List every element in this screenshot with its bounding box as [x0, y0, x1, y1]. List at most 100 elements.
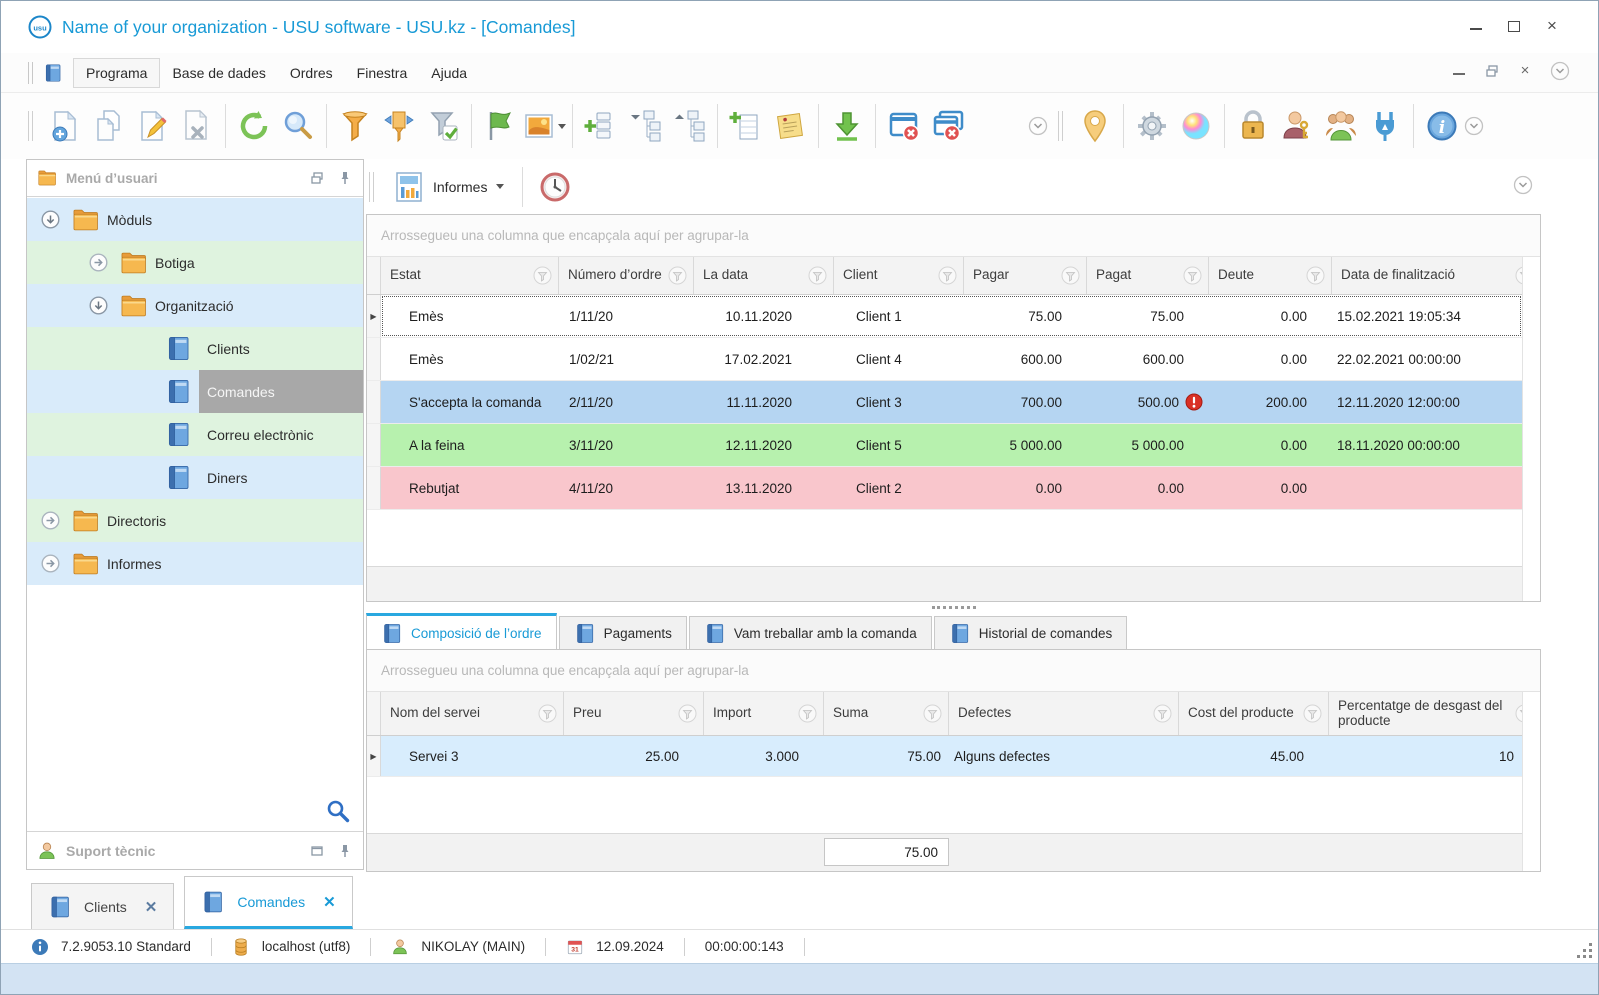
- tree-item-correu[interactable]: Correu electrònic: [27, 413, 363, 456]
- tree-item-directoris[interactable]: Directoris: [27, 499, 363, 542]
- panel-pin-icon[interactable]: [337, 170, 353, 186]
- menu-finestra[interactable]: Finestra: [345, 59, 420, 87]
- collapse-badge-icon[interactable]: [89, 296, 108, 315]
- tab-composicio-ordre[interactable]: Composició de l’ordre: [366, 613, 557, 650]
- column-header-deute[interactable]: Deute: [1209, 257, 1332, 294]
- panel-pin-icon[interactable]: [337, 843, 353, 859]
- tree-item-organitzacio[interactable]: Organització: [27, 284, 363, 327]
- expand-badge-icon[interactable]: [41, 554, 60, 573]
- column-header-import[interactable]: Import: [704, 692, 824, 735]
- image-button[interactable]: [522, 102, 566, 150]
- edit-document-button[interactable]: [131, 102, 175, 150]
- panel-float-icon[interactable]: [309, 170, 325, 186]
- maximize-icon[interactable]: [1506, 19, 1522, 33]
- color-theme-button[interactable]: [1174, 102, 1218, 150]
- group-by-hint[interactable]: Arrossegueu una columna que encapçala aq…: [367, 215, 1540, 257]
- reports-overflow-chevron-icon[interactable]: [1513, 175, 1533, 195]
- horizontal-splitter[interactable]: [366, 602, 1541, 613]
- filter-funnel-icon[interactable]: [668, 266, 687, 285]
- toolbar-overflow-chevron-icon-2[interactable]: [1464, 116, 1484, 136]
- close-icon[interactable]: ×: [1544, 19, 1560, 33]
- tree-item-diners[interactable]: Diners: [27, 456, 363, 499]
- filter-funnel-icon[interactable]: [1153, 704, 1172, 723]
- menu-ajuda[interactable]: Ajuda: [419, 59, 479, 87]
- filter-funnel-icon[interactable]: [1306, 266, 1325, 285]
- filter-funnel-icon[interactable]: [1303, 704, 1322, 723]
- filter-funnel-icon[interactable]: [533, 266, 552, 285]
- column-header-suma[interactable]: Suma: [824, 692, 949, 735]
- search-button[interactable]: [276, 102, 320, 150]
- column-header-pagat[interactable]: Pagat: [1087, 257, 1209, 294]
- close-window-button[interactable]: [882, 102, 926, 150]
- notes-button[interactable]: [768, 102, 812, 150]
- filter-columns-button[interactable]: [377, 102, 421, 150]
- delete-document-button[interactable]: [175, 102, 219, 150]
- panel-maximize-icon[interactable]: [309, 843, 325, 859]
- composition-row-1[interactable]: ▶ Servei 3 25.00 3.000 75.00 Alguns defe…: [367, 736, 1540, 777]
- filter-apply-button[interactable]: [421, 102, 465, 150]
- expand-badge-icon[interactable]: [89, 253, 108, 272]
- user-access-button[interactable]: [1275, 102, 1319, 150]
- tab-close-icon[interactable]: ✕: [145, 898, 158, 916]
- order-row-2[interactable]: Emès 1/02/21 17.02.2021 Client 4 600.00 …: [367, 338, 1540, 381]
- child-restore-icon[interactable]: [1484, 63, 1500, 79]
- doc-tab-clients[interactable]: Clients ✕: [31, 883, 174, 929]
- tab-historial-comandes[interactable]: Historial de comandes: [934, 616, 1128, 650]
- collapse-badge-icon[interactable]: [41, 210, 60, 229]
- filter-funnel-icon[interactable]: [538, 704, 557, 723]
- tree-item-moduls[interactable]: Mòduls: [27, 198, 363, 241]
- add-row-button[interactable]: [724, 102, 768, 150]
- column-header-client[interactable]: Client: [834, 257, 964, 294]
- menu-overflow-chevron-icon[interactable]: [1550, 61, 1570, 81]
- tree-item-comandes[interactable]: Comandes: [27, 370, 363, 413]
- menu-programa[interactable]: Programa: [73, 58, 160, 88]
- child-close-icon[interactable]: ×: [1518, 65, 1532, 77]
- toolbar-grip[interactable]: [28, 62, 33, 84]
- filter-funnel-icon[interactable]: [678, 704, 697, 723]
- order-row-3[interactable]: S'accepta la comanda 2/11/20 11.11.2020 …: [367, 381, 1540, 424]
- doc-tab-comandes[interactable]: Comandes ✕: [184, 876, 352, 929]
- group-by-hint[interactable]: Arrossegueu una columna que encapçala aq…: [367, 650, 1540, 692]
- column-header-percentatge-desgast[interactable]: Percentatge de desgast del producte: [1329, 692, 1540, 735]
- resize-grip[interactable]: [1576, 943, 1592, 959]
- toolbar-overflow-chevron-icon[interactable]: [1028, 116, 1048, 136]
- order-row-4[interactable]: A la feina 3/11/20 12.11.2020 Client 5 5…: [367, 424, 1540, 467]
- copy-document-button[interactable]: [87, 102, 131, 150]
- column-header-defectes[interactable]: Defectes: [949, 692, 1179, 735]
- column-header-nom-servei[interactable]: Nom del servei: [381, 692, 564, 735]
- minimize-icon[interactable]: [1468, 19, 1484, 33]
- menu-base-de-dades[interactable]: Base de dades: [160, 59, 277, 87]
- import-button[interactable]: [825, 102, 869, 150]
- scrollbar-gutter[interactable]: [1522, 257, 1540, 601]
- toolbar-grip[interactable]: [369, 172, 374, 202]
- filter-funnel-icon[interactable]: [923, 704, 942, 723]
- connections-button[interactable]: [1363, 102, 1407, 150]
- refresh-button[interactable]: [232, 102, 276, 150]
- support-panel-header[interactable]: Suport tècnic: [27, 831, 363, 869]
- tab-vam-treballar[interactable]: Vam treballar amb la comanda: [689, 616, 932, 650]
- tree-collapse-button[interactable]: [667, 102, 711, 150]
- scrollbar-gutter[interactable]: [1522, 692, 1540, 871]
- filter-funnel-icon[interactable]: [808, 266, 827, 285]
- tree-item-botiga[interactable]: Botiga: [27, 241, 363, 284]
- filter-funnel-icon[interactable]: [798, 704, 817, 723]
- close-all-windows-button[interactable]: [926, 102, 970, 150]
- lock-button[interactable]: [1231, 102, 1275, 150]
- column-header-preu[interactable]: Preu: [564, 692, 704, 735]
- expand-badge-icon[interactable]: [41, 511, 60, 530]
- column-header-pagar[interactable]: Pagar: [964, 257, 1087, 294]
- column-header-cost-producte[interactable]: Cost del producte: [1179, 692, 1329, 735]
- tree-search-icon[interactable]: [325, 798, 351, 824]
- filter-button[interactable]: [333, 102, 377, 150]
- tab-pagaments[interactable]: Pagaments: [559, 616, 687, 650]
- map-pin-button[interactable]: [1073, 102, 1117, 150]
- order-row-5[interactable]: Rebutjat 4/11/20 13.11.2020 Client 2 0.0…: [367, 467, 1540, 510]
- users-button[interactable]: [1319, 102, 1363, 150]
- column-header-la-data[interactable]: La data: [694, 257, 834, 294]
- flag-button[interactable]: [478, 102, 522, 150]
- tree-item-informes[interactable]: Informes: [27, 542, 363, 585]
- add-list-button[interactable]: [579, 102, 623, 150]
- filter-funnel-icon[interactable]: [938, 266, 957, 285]
- informes-dropdown-button[interactable]: Informes: [384, 166, 512, 208]
- filter-funnel-icon[interactable]: [1061, 266, 1080, 285]
